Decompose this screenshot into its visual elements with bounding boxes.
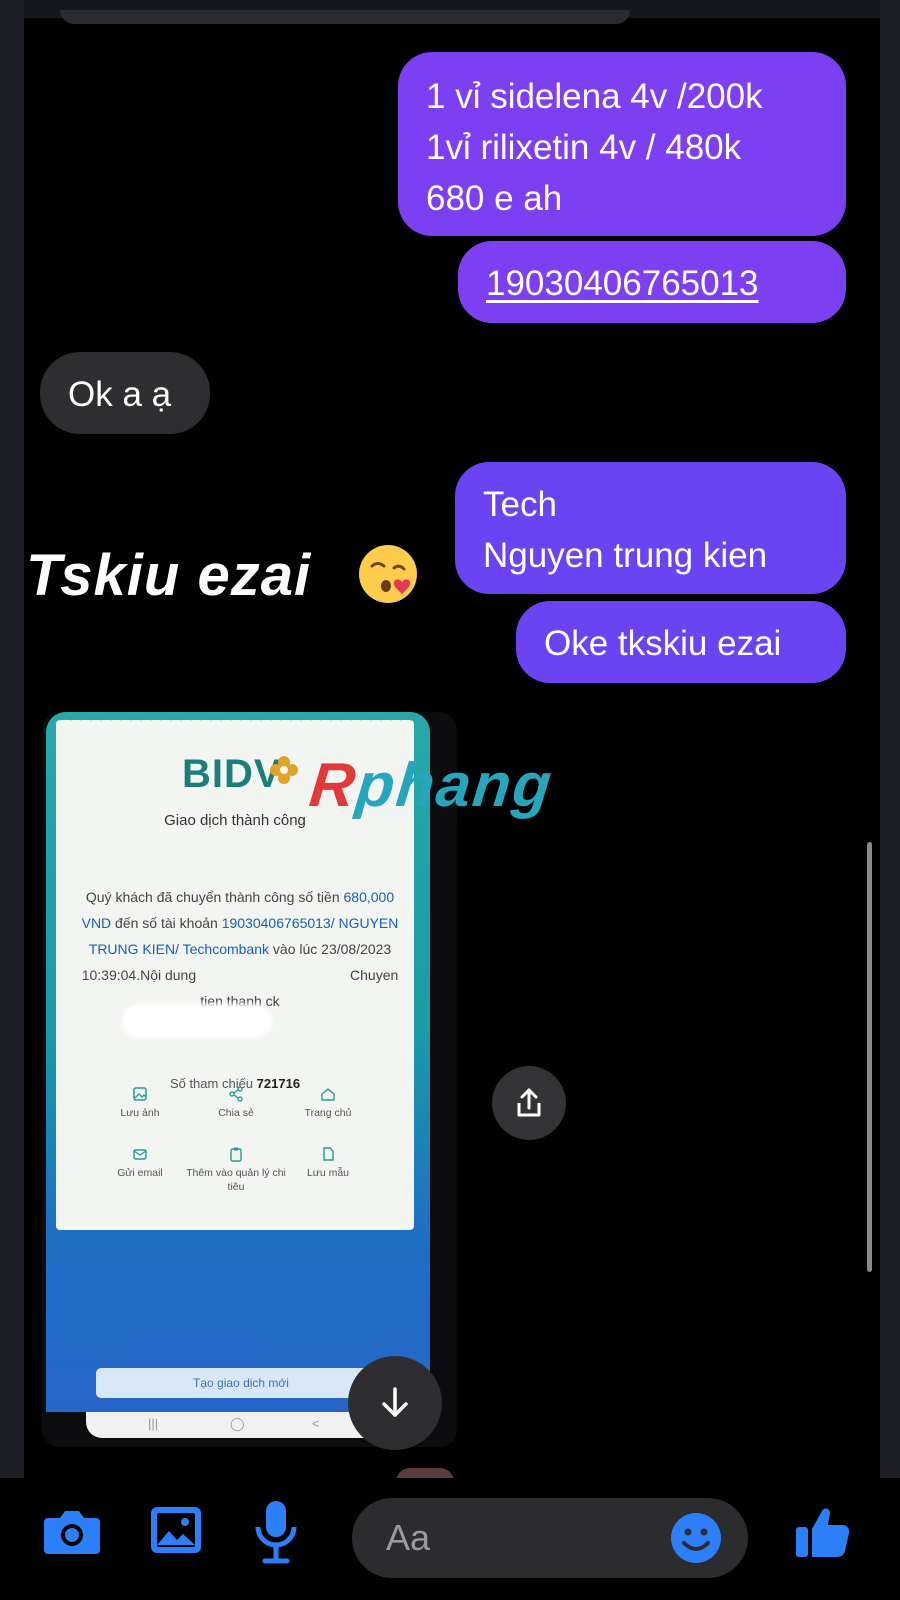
image-icon: [133, 1087, 147, 1101]
clipboard-icon: [230, 1147, 242, 1162]
message-input-container: [352, 1498, 748, 1578]
redacted-content: [122, 1004, 272, 1038]
message-line: Tech: [483, 485, 557, 524]
action-send-email: Gửi email: [90, 1146, 190, 1180]
message-line: Oke tkskiu ezai: [544, 624, 782, 663]
screenshot-left-frame: [0, 0, 24, 1600]
action-label: Gửi email: [117, 1167, 163, 1179]
message-text: Quý khách đã chuyển thành công số tiền: [85, 889, 344, 905]
gallery-icon: [151, 1507, 201, 1553]
share-button[interactable]: [492, 1066, 566, 1140]
outgoing-message-account-number[interactable]: 19030406765013: [458, 241, 846, 323]
nav-recents: |||: [148, 1416, 159, 1431]
receipt-title: Giao dịch thành công: [164, 812, 306, 829]
receipt-message: Quý khách đã chuyển thành công số tiền 6…: [80, 884, 400, 1014]
message-line: Ok a ạ: [68, 375, 172, 414]
outgoing-message[interactable]: Tech Nguyen trung kien: [455, 462, 846, 594]
home-icon: [321, 1088, 335, 1101]
bidv-logo: BIDV: [182, 752, 282, 796]
message-line: 1vỉ rilixetin 4v / 480k: [426, 127, 742, 167]
thumbs-up-icon: [796, 1508, 850, 1557]
kissing-heart-emoji-icon: [359, 545, 417, 603]
receipt-serrated-edge: [56, 716, 414, 724]
incoming-message[interactable]: Ok a ạ: [40, 352, 210, 434]
share-icon: [229, 1086, 243, 1102]
voice-button[interactable]: [250, 1496, 302, 1568]
action-share: Chia sẻ: [186, 1086, 286, 1120]
nav-home: ◯: [230, 1416, 245, 1431]
action-label: Lưu ảnh: [120, 1107, 160, 1119]
nav-back: <: [312, 1416, 320, 1431]
new-transaction-button: Tạo giao dịch mới: [96, 1368, 386, 1398]
message-input[interactable]: [386, 1498, 676, 1578]
message-line: 680 e ah: [426, 178, 563, 218]
action-save-template: Lưu mẫu: [278, 1146, 378, 1180]
arrow-down-icon: [382, 1387, 408, 1417]
camera-icon: [44, 1511, 100, 1554]
message-line: Nguyen trung kien: [483, 535, 768, 575]
message-text: đến số tài khoản: [111, 915, 222, 931]
scrollbar[interactable]: [867, 842, 872, 1272]
action-add-expense: Thêm vào quản lý chi tiêu: [186, 1146, 286, 1194]
scroll-to-bottom-button[interactable]: [348, 1356, 442, 1450]
action-label: Lưu mẫu: [306, 1167, 350, 1179]
mail-icon: [133, 1149, 147, 1160]
action-label: Trang chủ: [304, 1107, 352, 1119]
message-line: 1 vỉ sidelena 4v /200k: [426, 77, 763, 116]
message-composer: [0, 1478, 900, 1600]
action-label: Thêm vào quản lý chi tiêu: [186, 1167, 286, 1193]
overlay-caption: Tskiu ezai: [26, 543, 312, 608]
bidv-flower-icon: [270, 756, 298, 784]
camera-button[interactable]: [40, 1500, 104, 1564]
message-text: Chuyen tien thanh ck: [200, 967, 399, 1009]
previous-message-bubble: [60, 10, 630, 24]
gallery-button[interactable]: [146, 1500, 206, 1560]
like-button[interactable]: [790, 1498, 856, 1564]
watermark-text: Rphang: [306, 751, 557, 820]
outgoing-message[interactable]: 1 vỉ sidelena 4v /200k 1vỉ rilixetin 4v …: [398, 52, 846, 236]
action-label: Chia sẻ: [218, 1107, 254, 1119]
receipt-phone-navbar: ||| ◯ <: [86, 1412, 386, 1438]
microphone-icon: [255, 1501, 297, 1564]
rphang-watermark: Rphang: [306, 750, 556, 821]
action-save-image: Lưu ảnh: [90, 1086, 190, 1120]
action-home: Trang chủ: [278, 1086, 378, 1120]
emoji-icon: [671, 1513, 721, 1563]
share-icon: [517, 1088, 541, 1117]
screenshot-right-frame: [880, 0, 900, 1600]
emoji-button[interactable]: [668, 1510, 724, 1566]
account-number-link[interactable]: 19030406765013: [486, 259, 846, 310]
document-icon: [323, 1147, 334, 1161]
outgoing-message[interactable]: Oke tkskiu ezai: [516, 601, 846, 683]
